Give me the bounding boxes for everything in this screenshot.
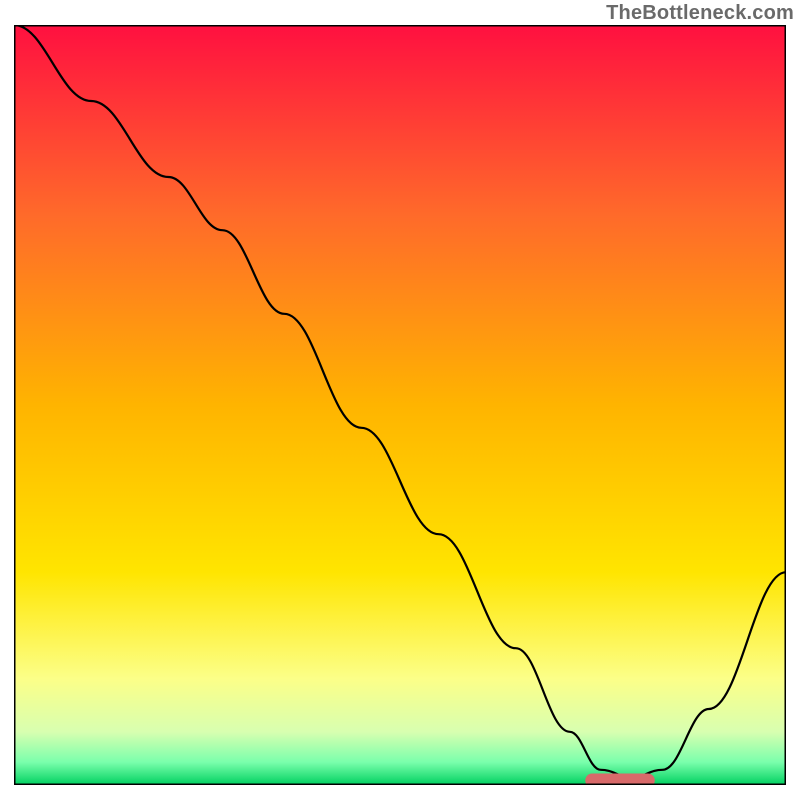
- plot-area: [14, 25, 786, 785]
- chart-svg: [14, 25, 786, 785]
- chart-frame: TheBottleneck.com: [0, 0, 800, 800]
- watermark-text: TheBottleneck.com: [606, 2, 794, 25]
- optimal-marker: [585, 773, 654, 785]
